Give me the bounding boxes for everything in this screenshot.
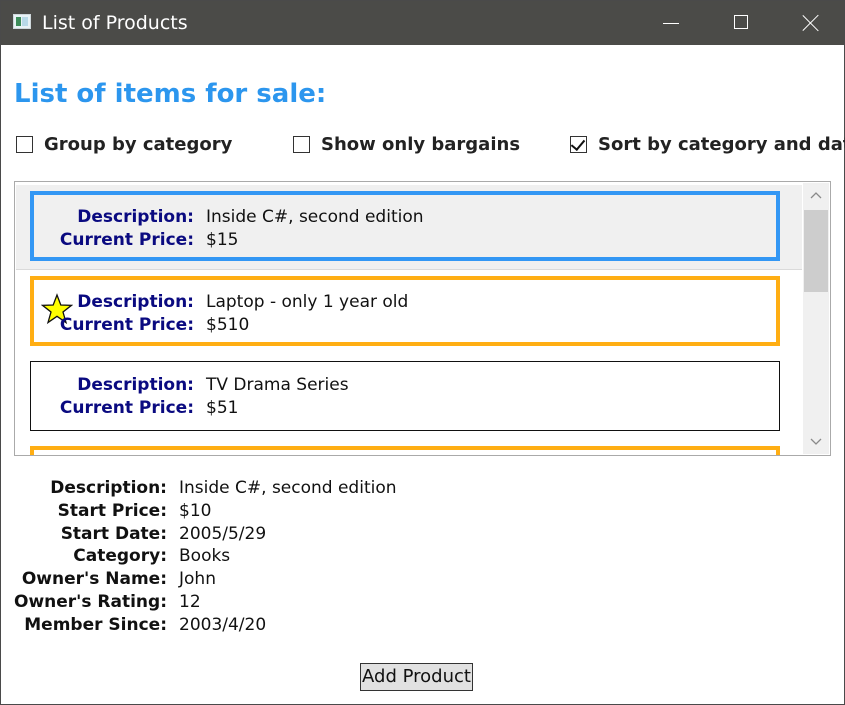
detail-label: Owner's Rating: [14,592,167,612]
minimize-icon [663,23,679,24]
product-card[interactable] [30,446,780,455]
checkbox-box[interactable] [16,136,33,153]
detail-value: John [179,569,216,589]
product-card[interactable]: Description: TV Drama Series Current Pri… [30,361,780,431]
close-button[interactable] [774,1,844,45]
scroll-down-arrow-icon[interactable] [803,428,829,454]
description-label: Description: [77,207,194,227]
current-price-label: Current Price: [59,315,194,335]
close-icon [802,14,820,32]
scroll-up-arrow-icon[interactable] [803,183,829,209]
add-product-button[interactable]: Add Product [360,663,473,691]
list-item[interactable]: Description: TV Drama Series Current Pri… [16,355,802,439]
checkbox-label[interactable]: Show only bargains [321,134,520,156]
detail-value: $10 [179,501,212,521]
current-price-value: $15 [206,230,239,250]
detail-label: Owner's Name: [21,569,167,589]
list-item[interactable]: Description: Laptop - only 1 year old Cu… [16,270,802,354]
title-bar[interactable]: List of Products [1,1,844,45]
description-value: TV Drama Series [206,375,349,395]
scroll-thumb[interactable] [804,210,828,292]
checkmark-icon [570,135,586,152]
detail-label: Member Since: [24,615,167,635]
product-card[interactable]: Description: Inside C#, second edition C… [30,191,780,261]
checkbox-box[interactable] [570,135,587,153]
vertical-scrollbar[interactable] [803,183,829,454]
detail-label: Start Date: [60,524,167,544]
description-value: Laptop - only 1 year old [206,292,409,312]
detail-value: 2003/4/20 [179,615,267,635]
current-price-value: $51 [206,398,239,418]
minimize-button[interactable] [634,1,704,45]
detail-value: 2005/5/29 [179,524,267,544]
checkbox-box[interactable] [293,136,310,153]
current-price-label: Current Price: [59,230,194,250]
window-title: List of Products [42,12,188,34]
products-listbox[interactable]: Description: Inside C#, second edition C… [14,181,831,456]
detail-value: Inside C#, second edition [179,478,397,498]
checkbox-label[interactable]: Group by category [44,134,232,156]
detail-label: Description: [50,478,167,498]
maximize-icon [734,15,748,29]
list-item[interactable] [16,440,802,455]
list-item[interactable]: Description: Inside C#, second edition C… [16,185,802,270]
description-label: Description: [77,375,194,395]
detail-label: Start Price: [57,501,167,521]
detail-value: 12 [179,592,201,612]
detail-value: Books [179,546,231,566]
page-heading: List of items for sale: [14,79,327,109]
description-value: Inside C#, second edition [206,207,424,227]
description-label: Description: [77,292,194,312]
product-card[interactable]: Description: Laptop - only 1 year old Cu… [30,276,780,346]
window-app-icon [13,14,31,29]
current-price-value: $510 [206,315,250,335]
main-window: List of Products List of items for sale:… [0,0,845,705]
maximize-button[interactable] [704,1,774,45]
detail-label: Category: [73,546,167,566]
checkbox-label[interactable]: Sort by category and date [598,134,845,156]
current-price-label: Current Price: [59,398,194,418]
